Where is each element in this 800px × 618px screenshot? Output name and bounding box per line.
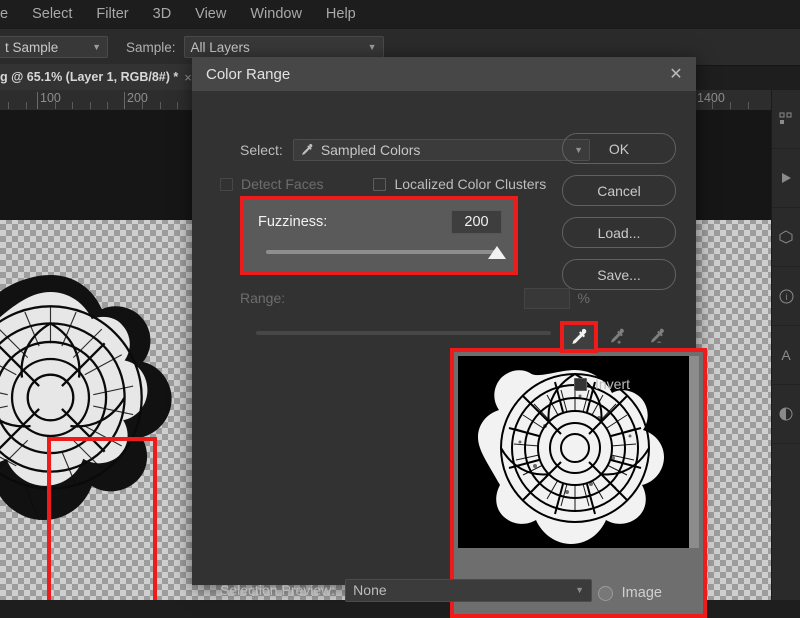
- adjustments-icon[interactable]: [772, 385, 800, 444]
- invert-row: Invert: [574, 376, 630, 392]
- select-dropdown[interactable]: Sampled Colors ▼: [292, 139, 590, 161]
- ruler-label-100: 100: [40, 91, 61, 105]
- 3d-cube-icon[interactable]: [772, 208, 800, 267]
- document-tab[interactable]: g @ 65.1% (Layer 1, RGB/8#) * ×: [0, 64, 196, 90]
- character-panel-icon[interactable]: A: [772, 326, 800, 385]
- dialog-titlebar[interactable]: Color Range ✕: [192, 57, 696, 91]
- right-dock-panel[interactable]: i A: [771, 90, 800, 600]
- eyedropper-add-tool[interactable]: [602, 324, 632, 350]
- menu-item-3d[interactable]: 3D: [141, 6, 184, 22]
- fuzziness-row: Fuzziness: 200: [258, 210, 502, 234]
- range-label: Range:: [240, 290, 286, 306]
- select-value: Sampled Colors: [320, 142, 421, 158]
- image-radio[interactable]: [597, 585, 613, 601]
- info-icon[interactable]: i: [772, 267, 800, 326]
- ruler-label-200: 200: [127, 91, 148, 105]
- range-slider-track: [256, 331, 551, 335]
- dialog-body: Select: Sampled Colors ▼ Detect Faces Lo…: [192, 91, 707, 618]
- image-radio-label: Image: [621, 585, 662, 601]
- fuzziness-input[interactable]: 200: [451, 210, 502, 234]
- chevron-down-icon: ▼: [367, 42, 377, 52]
- cancel-button[interactable]: Cancel: [562, 175, 676, 206]
- color-range-dialog: Color Range ✕ Select: Sampled Colors ▼ D…: [192, 57, 707, 618]
- localized-color-clusters-checkbox[interactable]: [373, 177, 387, 191]
- canvas-selection-highlight-box: [47, 437, 157, 600]
- selection-preview-dropdown[interactable]: None ▼: [345, 578, 592, 602]
- select-label: Select:: [240, 142, 283, 158]
- menu-item-file-clipped[interactable]: e: [0, 6, 20, 22]
- menu-bar: e Select Filter 3D View Window Help: [0, 0, 800, 28]
- fuzziness-slider-track[interactable]: [266, 250, 496, 254]
- save-button[interactable]: Save...: [562, 259, 676, 290]
- svg-text:i: i: [785, 292, 787, 302]
- dialog-button-column: OK Cancel Load... Save...: [562, 133, 680, 301]
- sample-size-value: t Sample: [5, 39, 59, 55]
- eyedropper-icon: [300, 143, 314, 157]
- menu-item-help[interactable]: Help: [314, 6, 368, 22]
- selection-preview-value: None: [353, 582, 387, 598]
- menu-item-filter[interactable]: Filter: [84, 6, 140, 22]
- fuzziness-label: Fuzziness:: [258, 214, 328, 230]
- menu-item-view[interactable]: View: [183, 6, 238, 22]
- sample-value: All Layers: [190, 39, 250, 55]
- menu-item-select[interactable]: Select: [20, 6, 84, 22]
- chevron-down-icon: ▼: [575, 585, 584, 595]
- close-icon[interactable]: ✕: [656, 57, 696, 91]
- play-triangle-icon[interactable]: [772, 149, 800, 208]
- sample-label: Sample:: [126, 39, 176, 55]
- preview-scrollbar[interactable]: [689, 356, 699, 548]
- ok-button[interactable]: OK: [562, 133, 676, 164]
- selection-preview-row: Selection Preview: None ▼: [220, 578, 592, 602]
- invert-checkbox[interactable]: [574, 377, 587, 391]
- ruler-label-1400: 1400: [697, 91, 725, 105]
- dialog-title: Color Range: [206, 65, 291, 83]
- libraries-icon[interactable]: [772, 90, 800, 149]
- invert-label: Invert: [595, 376, 631, 392]
- detect-faces-checkbox[interactable]: [220, 177, 233, 191]
- detect-faces-label: Detect Faces: [241, 176, 324, 192]
- localized-color-clusters-label: Localized Color Clusters: [394, 176, 547, 192]
- load-button[interactable]: Load...: [562, 217, 676, 248]
- fuzziness-highlight-box: Fuzziness: 200: [240, 196, 518, 275]
- sample-size-dropdown[interactable]: t Sample ▼: [0, 36, 108, 58]
- select-row: Select: Sampled Colors ▼: [240, 139, 590, 161]
- close-icon[interactable]: ×: [184, 70, 192, 85]
- eyedropper-tool[interactable]: [560, 321, 598, 353]
- eyedropper-tool-row: [560, 321, 684, 353]
- range-row: Range: %: [240, 287, 590, 309]
- document-tab-title: g @ 65.1% (Layer 1, RGB/8#) *: [0, 70, 179, 84]
- selection-preview-label: Selection Preview:: [220, 582, 336, 598]
- chevron-down-icon: ▼: [92, 42, 101, 52]
- menu-item-window[interactable]: Window: [238, 6, 314, 22]
- eyedropper-subtract-tool[interactable]: [642, 324, 672, 350]
- sample-dropdown[interactable]: All Layers ▼: [183, 36, 384, 58]
- fuzziness-slider-thumb[interactable]: [488, 246, 506, 259]
